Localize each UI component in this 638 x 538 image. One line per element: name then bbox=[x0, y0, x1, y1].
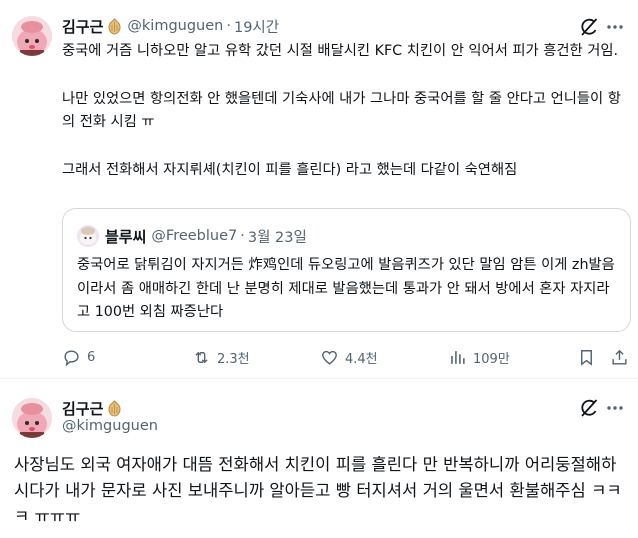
action-bar: 6 2.3천 4.4천 109만 bbox=[62, 346, 632, 370]
tweet-paragraph: 그래서 전화해서 자지뤼셰(치킨이 피를 흘린다) 라고 했는데 다같이 숙연해… bbox=[62, 161, 518, 178]
tweet-paragraph: 나만 있었으면 항의전화 안 했을텐데 기숙사에 내가 그나마 중국어를 할 줄… bbox=[62, 90, 621, 131]
more-icon[interactable] bbox=[604, 397, 626, 419]
heart-icon bbox=[322, 350, 337, 365]
more-icon[interactable] bbox=[604, 16, 626, 38]
views-icon bbox=[451, 351, 465, 364]
divider bbox=[0, 378, 638, 379]
retweet-count: 2.3천 bbox=[217, 352, 250, 367]
avatar[interactable] bbox=[12, 398, 52, 438]
retweet-icon bbox=[195, 351, 208, 364]
tweet-paragraph: 중국에 거즘 니하오만 알고 유학 갔던 시절 배달시킨 KFC 치킨이 안 익… bbox=[62, 43, 619, 59]
quote-tweet-card[interactable]: 블루씨 @Freeblue7 · 3월 23일 중국어로 닭튀김이 자지거든 炸… bbox=[62, 208, 631, 332]
reply-icon bbox=[64, 350, 79, 367]
author-name[interactable]: 김구근 bbox=[62, 398, 103, 419]
quote-avatar bbox=[77, 225, 99, 247]
grok-icon[interactable] bbox=[578, 16, 600, 38]
author-handle[interactable]: @kimguguen bbox=[62, 418, 158, 434]
like-button[interactable]: 4.4천 bbox=[320, 348, 378, 367]
separator-dot: · bbox=[240, 228, 245, 244]
bookmark-icon bbox=[581, 350, 592, 366]
author-handle[interactable]: @kimguguen bbox=[127, 18, 223, 34]
tweet-text: 사장님도 외국 여자애가 대뜸 전화해서 치킨이 피를 흘린다 만 반복하니까 … bbox=[14, 455, 622, 526]
bookmark-button[interactable] bbox=[577, 348, 602, 367]
quote-date: 3월 23일 bbox=[247, 229, 307, 246]
separator-dot: · bbox=[226, 18, 231, 34]
quote-author-handle: @Freeblue7 bbox=[151, 228, 238, 244]
author-name[interactable]: 김구근 bbox=[62, 16, 103, 37]
quote-text: 중국어로 닭튀김이 자지거든 炸鸡인데 듀오링고에 발음퀴즈가 있단 말임 암튼… bbox=[77, 257, 615, 320]
share-icon bbox=[612, 349, 627, 365]
badge-icon bbox=[106, 17, 123, 35]
reply-count: 6 bbox=[87, 350, 96, 365]
share-button[interactable] bbox=[610, 348, 635, 367]
grok-icon[interactable] bbox=[578, 397, 600, 419]
like-count: 4.4천 bbox=[345, 352, 378, 367]
quote-header: 블루씨 @Freeblue7 · 3월 23일 bbox=[77, 225, 307, 247]
quote-author-name: 블루씨 bbox=[105, 227, 147, 246]
timestamp[interactable]: 19시간 bbox=[234, 16, 279, 37]
reply-button[interactable]: 6 bbox=[62, 348, 95, 367]
retweet-button[interactable]: 2.3천 bbox=[192, 348, 250, 367]
tweet-text: 중국에 거즘 니하오만 알고 유학 갔던 시절 배달시킨 KFC 치킨이 안 익… bbox=[62, 40, 622, 206]
tweet-header: 김구근 @kimguguen · 19시간 bbox=[62, 15, 279, 37]
badge-icon bbox=[106, 399, 123, 417]
views-button[interactable]: 109만 bbox=[448, 348, 510, 367]
view-count: 109만 bbox=[473, 352, 510, 367]
tweet-header: 김구근 bbox=[62, 397, 127, 419]
avatar[interactable] bbox=[12, 16, 52, 56]
